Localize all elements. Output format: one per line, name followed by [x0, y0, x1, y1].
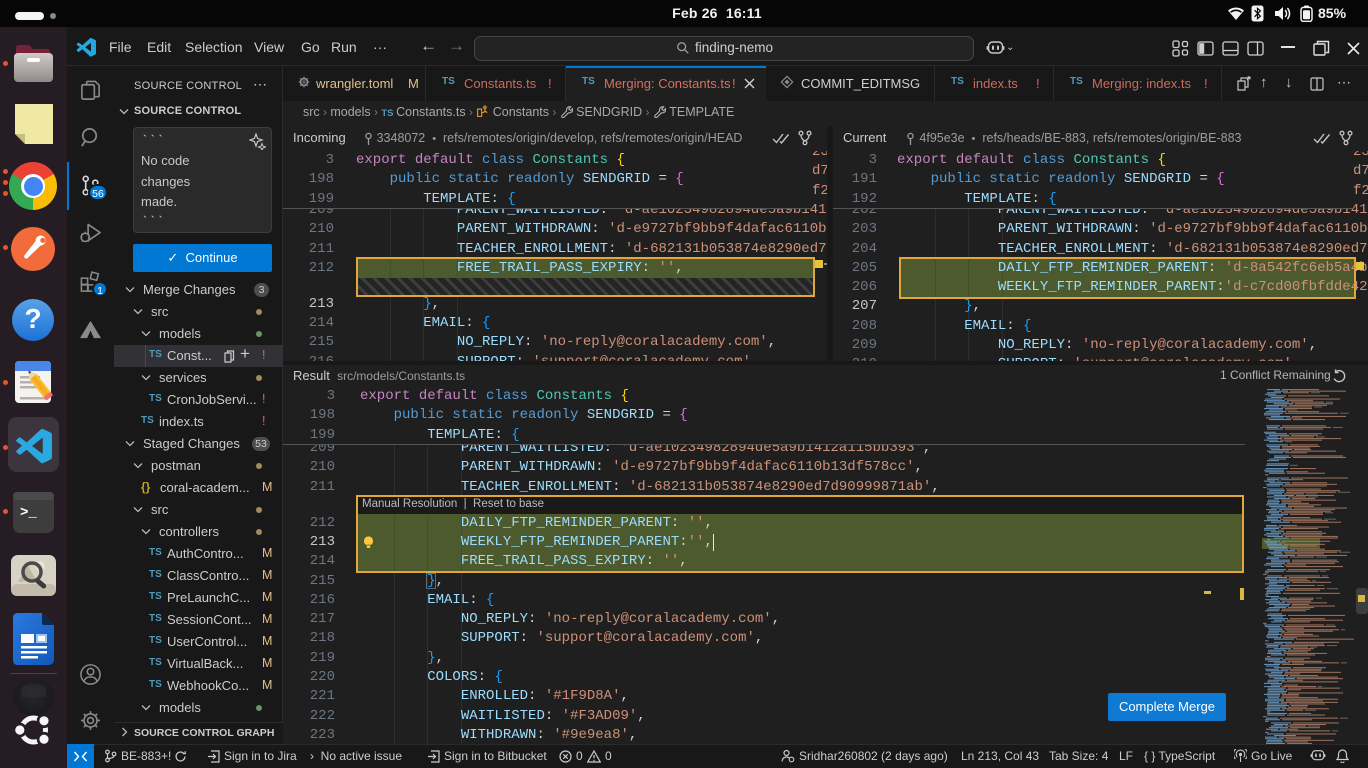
svg-text:>_: >_: [20, 505, 37, 521]
svg-text:?: ?: [24, 303, 41, 334]
